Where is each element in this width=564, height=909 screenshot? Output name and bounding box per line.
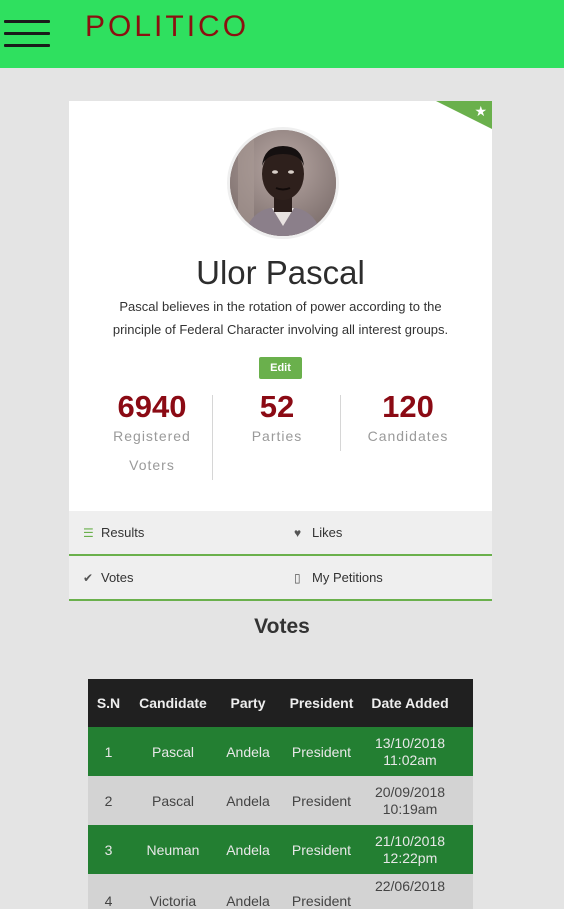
column-header: R bbox=[456, 679, 473, 727]
list-icon: ☰ bbox=[83, 526, 94, 540]
tab-row-2: ✔ Votes ▯ My Petitions bbox=[69, 556, 492, 601]
stat-candidates: 120 Candidates bbox=[343, 389, 473, 451]
cell-sn: 1 bbox=[88, 727, 129, 776]
cell-date: 20/09/2018 10:19am bbox=[364, 776, 456, 825]
tab-label: My Petitions bbox=[312, 570, 383, 585]
cell-office: President bbox=[279, 825, 364, 874]
date-value: 21/10/2018 bbox=[374, 832, 446, 849]
tab-label: Votes bbox=[101, 570, 134, 585]
date-value: 20/09/2018 bbox=[374, 783, 446, 800]
votes-table: S.N Candidate Party President Date Added… bbox=[88, 679, 473, 909]
time-value: 12:22pm bbox=[382, 849, 438, 866]
top-navbar: POLITICO bbox=[0, 0, 564, 68]
date-value: 13/10/2018 bbox=[374, 734, 446, 751]
table-row[interactable]: 1 Pascal Andela President 13/10/2018 11:0… bbox=[88, 727, 473, 776]
star-icon[interactable]: ★ bbox=[474, 102, 487, 120]
stat-value: 52 bbox=[259, 389, 295, 424]
cell-candidate: Pascal bbox=[129, 776, 217, 825]
table-row[interactable]: 3 Neuman Andela President 21/10/2018 12:2… bbox=[88, 825, 473, 874]
profile-name: Ulor Pascal bbox=[196, 254, 365, 291]
time-value: 10:19am bbox=[382, 800, 438, 817]
stat-value: 6940 bbox=[117, 389, 187, 424]
cell-candidate: Pascal bbox=[129, 727, 217, 776]
stat-label: Parties bbox=[251, 428, 303, 444]
tab-row-1: ☰ Results ♥ Likes bbox=[69, 511, 492, 556]
cell-candidate: Victoria bbox=[129, 874, 217, 909]
profile-card: ★ Ulor Pascal Pascal believes in the rot… bbox=[69, 101, 492, 511]
hamburger-menu-icon[interactable] bbox=[4, 20, 50, 48]
stat-label: Registered Voters bbox=[113, 428, 191, 473]
cell-extra bbox=[456, 825, 473, 874]
table-row[interactable]: 4 Victoria Andela President 22/06/2018 bbox=[88, 874, 473, 909]
section-title: Votes bbox=[254, 615, 310, 638]
cell-extra bbox=[456, 874, 473, 909]
time-value: 11:02am bbox=[383, 751, 437, 768]
cell-extra bbox=[456, 727, 473, 776]
column-header: Party bbox=[217, 679, 279, 727]
stat-divider bbox=[340, 395, 341, 451]
stat-parties: 52 Parties bbox=[213, 389, 341, 451]
cell-office: President bbox=[279, 874, 364, 909]
date-value: 22/06/2018 bbox=[374, 878, 446, 894]
tab-label: Results bbox=[101, 525, 145, 540]
cell-party: Andela bbox=[217, 727, 279, 776]
heart-icon: ♥ bbox=[294, 526, 302, 540]
cell-date: 21/10/2018 12:22pm bbox=[364, 825, 456, 874]
profile-bio: Pascal believes in the rotation of power… bbox=[112, 299, 449, 337]
petition-icon: ▯ bbox=[294, 571, 301, 585]
column-header: President bbox=[279, 679, 364, 727]
column-header: Candidate bbox=[129, 679, 217, 727]
tab-label: Likes bbox=[312, 525, 343, 540]
check-icon: ✔ bbox=[83, 571, 94, 585]
stat-value: 120 bbox=[382, 389, 434, 424]
cell-candidate: Neuman bbox=[129, 825, 217, 874]
cell-extra bbox=[456, 776, 473, 825]
cell-date: 13/10/2018 11:02am bbox=[364, 727, 456, 776]
column-header: S.N bbox=[88, 679, 129, 727]
brand-logo[interactable]: POLITICO bbox=[85, 10, 249, 44]
cell-office: President bbox=[279, 776, 364, 825]
cell-sn: 3 bbox=[88, 825, 129, 874]
cell-office: President bbox=[279, 727, 364, 776]
cell-date: 22/06/2018 bbox=[364, 874, 456, 909]
table-row[interactable]: 2 Pascal Andela President 20/09/2018 10:1… bbox=[88, 776, 473, 825]
avatar bbox=[227, 127, 339, 239]
cell-sn: 4 bbox=[88, 874, 129, 909]
edit-button[interactable]: Edit bbox=[259, 357, 302, 379]
tab-votes[interactable]: ✔ Votes bbox=[83, 556, 134, 599]
cell-party: Andela bbox=[217, 874, 279, 909]
tab-results[interactable]: ☰ Results bbox=[83, 511, 144, 554]
stat-label: Candidates bbox=[367, 428, 449, 444]
cell-party: Andela bbox=[217, 825, 279, 874]
tab-petitions[interactable]: ▯ My Petitions bbox=[294, 556, 383, 599]
votes-table-container[interactable]: S.N Candidate Party President Date Added… bbox=[88, 679, 473, 909]
stat-registered-voters: 6940 Registered Voters bbox=[93, 389, 211, 480]
table-header-row: S.N Candidate Party President Date Added… bbox=[88, 679, 473, 727]
cell-party: Andela bbox=[217, 776, 279, 825]
cell-sn: 2 bbox=[88, 776, 129, 825]
tab-likes[interactable]: ♥ Likes bbox=[294, 511, 342, 554]
column-header: Date Added bbox=[364, 679, 456, 727]
